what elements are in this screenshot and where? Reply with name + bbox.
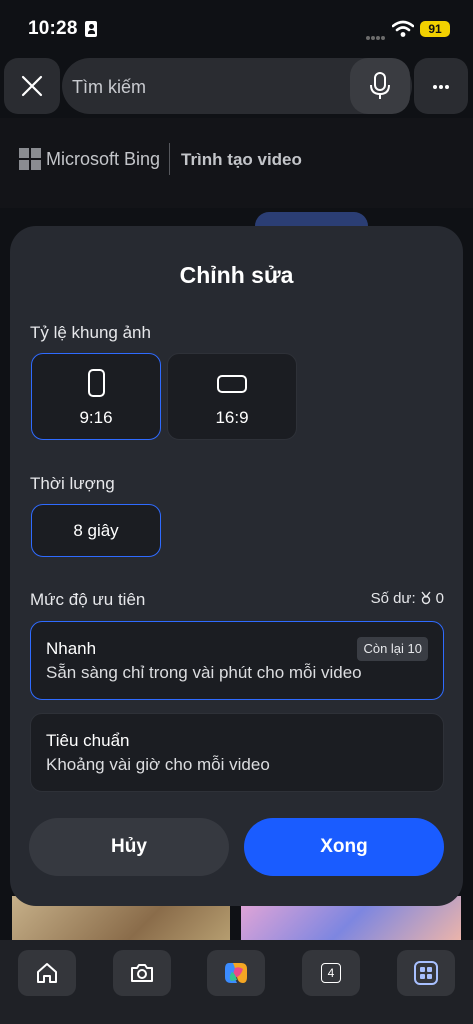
medal-icon xyxy=(421,591,431,605)
aspect-ratio-value: 16:9 xyxy=(215,408,249,427)
cellular-signal-icon xyxy=(366,27,388,40)
wifi-icon xyxy=(392,20,414,37)
bing-brand-text[interactable]: Microsoft Bing xyxy=(46,149,160,170)
done-button[interactable]: Xong xyxy=(244,818,444,876)
priority-option-standard[interactable]: Tiêu chuẩn Khoảng vài giờ cho mỗi video xyxy=(30,713,444,792)
bottom-navigation: 4 xyxy=(0,940,473,1024)
priority-option-fast[interactable]: Nhanh Còn lại 10 Sẵn sàng chỉ trong vài … xyxy=(30,621,444,700)
aspect-ratio-label: Tỷ lệ khung ảnh xyxy=(30,323,151,342)
home-button[interactable] xyxy=(18,950,76,996)
balance-label: Số dư: xyxy=(370,590,416,607)
status-bar: 10:28 91 xyxy=(0,0,473,56)
edit-settings-modal: Chỉnh sửa Tỷ lệ khung ảnh 9:16 16:9 Thời… xyxy=(10,226,463,906)
aspect-ratio-option-16-9[interactable]: 16:9 xyxy=(167,353,297,440)
browser-top-bar: Tìm kiếm xyxy=(0,56,473,118)
priority-option-title: Nhanh xyxy=(46,639,97,658)
duration-label: Thời lượng xyxy=(30,474,115,493)
remaining-badge: Còn lại 10 xyxy=(357,637,428,661)
battery-badge: 91 xyxy=(420,21,450,37)
search-bar[interactable]: Tìm kiếm xyxy=(62,58,412,114)
contact-card-icon xyxy=(85,21,97,37)
status-time: 10:28 xyxy=(28,18,78,39)
header-divider xyxy=(169,143,170,175)
priority-option-title: Tiêu chuẩn xyxy=(46,731,130,750)
tabs-button[interactable]: 4 xyxy=(302,950,360,996)
priority-label: Mức độ ưu tiên xyxy=(30,590,146,609)
portrait-frame-icon xyxy=(88,369,105,397)
duration-value: 8 giây xyxy=(73,521,119,540)
apps-button[interactable] xyxy=(397,950,455,996)
priority-option-description: Sẵn sàng chỉ trong vài phút cho mỗi vide… xyxy=(46,663,362,682)
aspect-ratio-value: 9:16 xyxy=(79,408,113,427)
priority-option-description: Khoảng vài giờ cho mỗi video xyxy=(46,755,270,774)
camera-icon xyxy=(131,964,153,982)
camera-button[interactable] xyxy=(113,950,171,996)
copilot-icon xyxy=(225,963,247,983)
aspect-ratio-option-9-16[interactable]: 9:16 xyxy=(31,353,161,440)
home-icon xyxy=(37,963,57,983)
copilot-button[interactable] xyxy=(207,950,265,996)
cancel-button[interactable]: Hủy xyxy=(29,818,229,876)
modal-title: Chỉnh sửa xyxy=(179,262,294,288)
close-icon xyxy=(21,75,43,97)
search-input[interactable]: Tìm kiếm xyxy=(72,58,146,114)
balance-indicator: Số dư: 0 xyxy=(371,590,444,607)
microphone-icon xyxy=(370,72,390,99)
duration-option[interactable]: 8 giây xyxy=(31,504,161,557)
microsoft-logo-icon xyxy=(19,148,41,170)
close-button[interactable] xyxy=(4,58,60,114)
video-creator-title[interactable]: Trình tạo video xyxy=(181,150,302,170)
apps-icon xyxy=(414,961,438,985)
tabs-icon: 4 xyxy=(321,963,341,983)
voice-search-button[interactable] xyxy=(350,58,410,114)
bing-header: Microsoft Bing Trình tạo video xyxy=(0,118,473,208)
more-options-button[interactable] xyxy=(414,58,468,114)
landscape-frame-icon xyxy=(217,375,247,393)
balance-value: 0 xyxy=(435,590,444,607)
